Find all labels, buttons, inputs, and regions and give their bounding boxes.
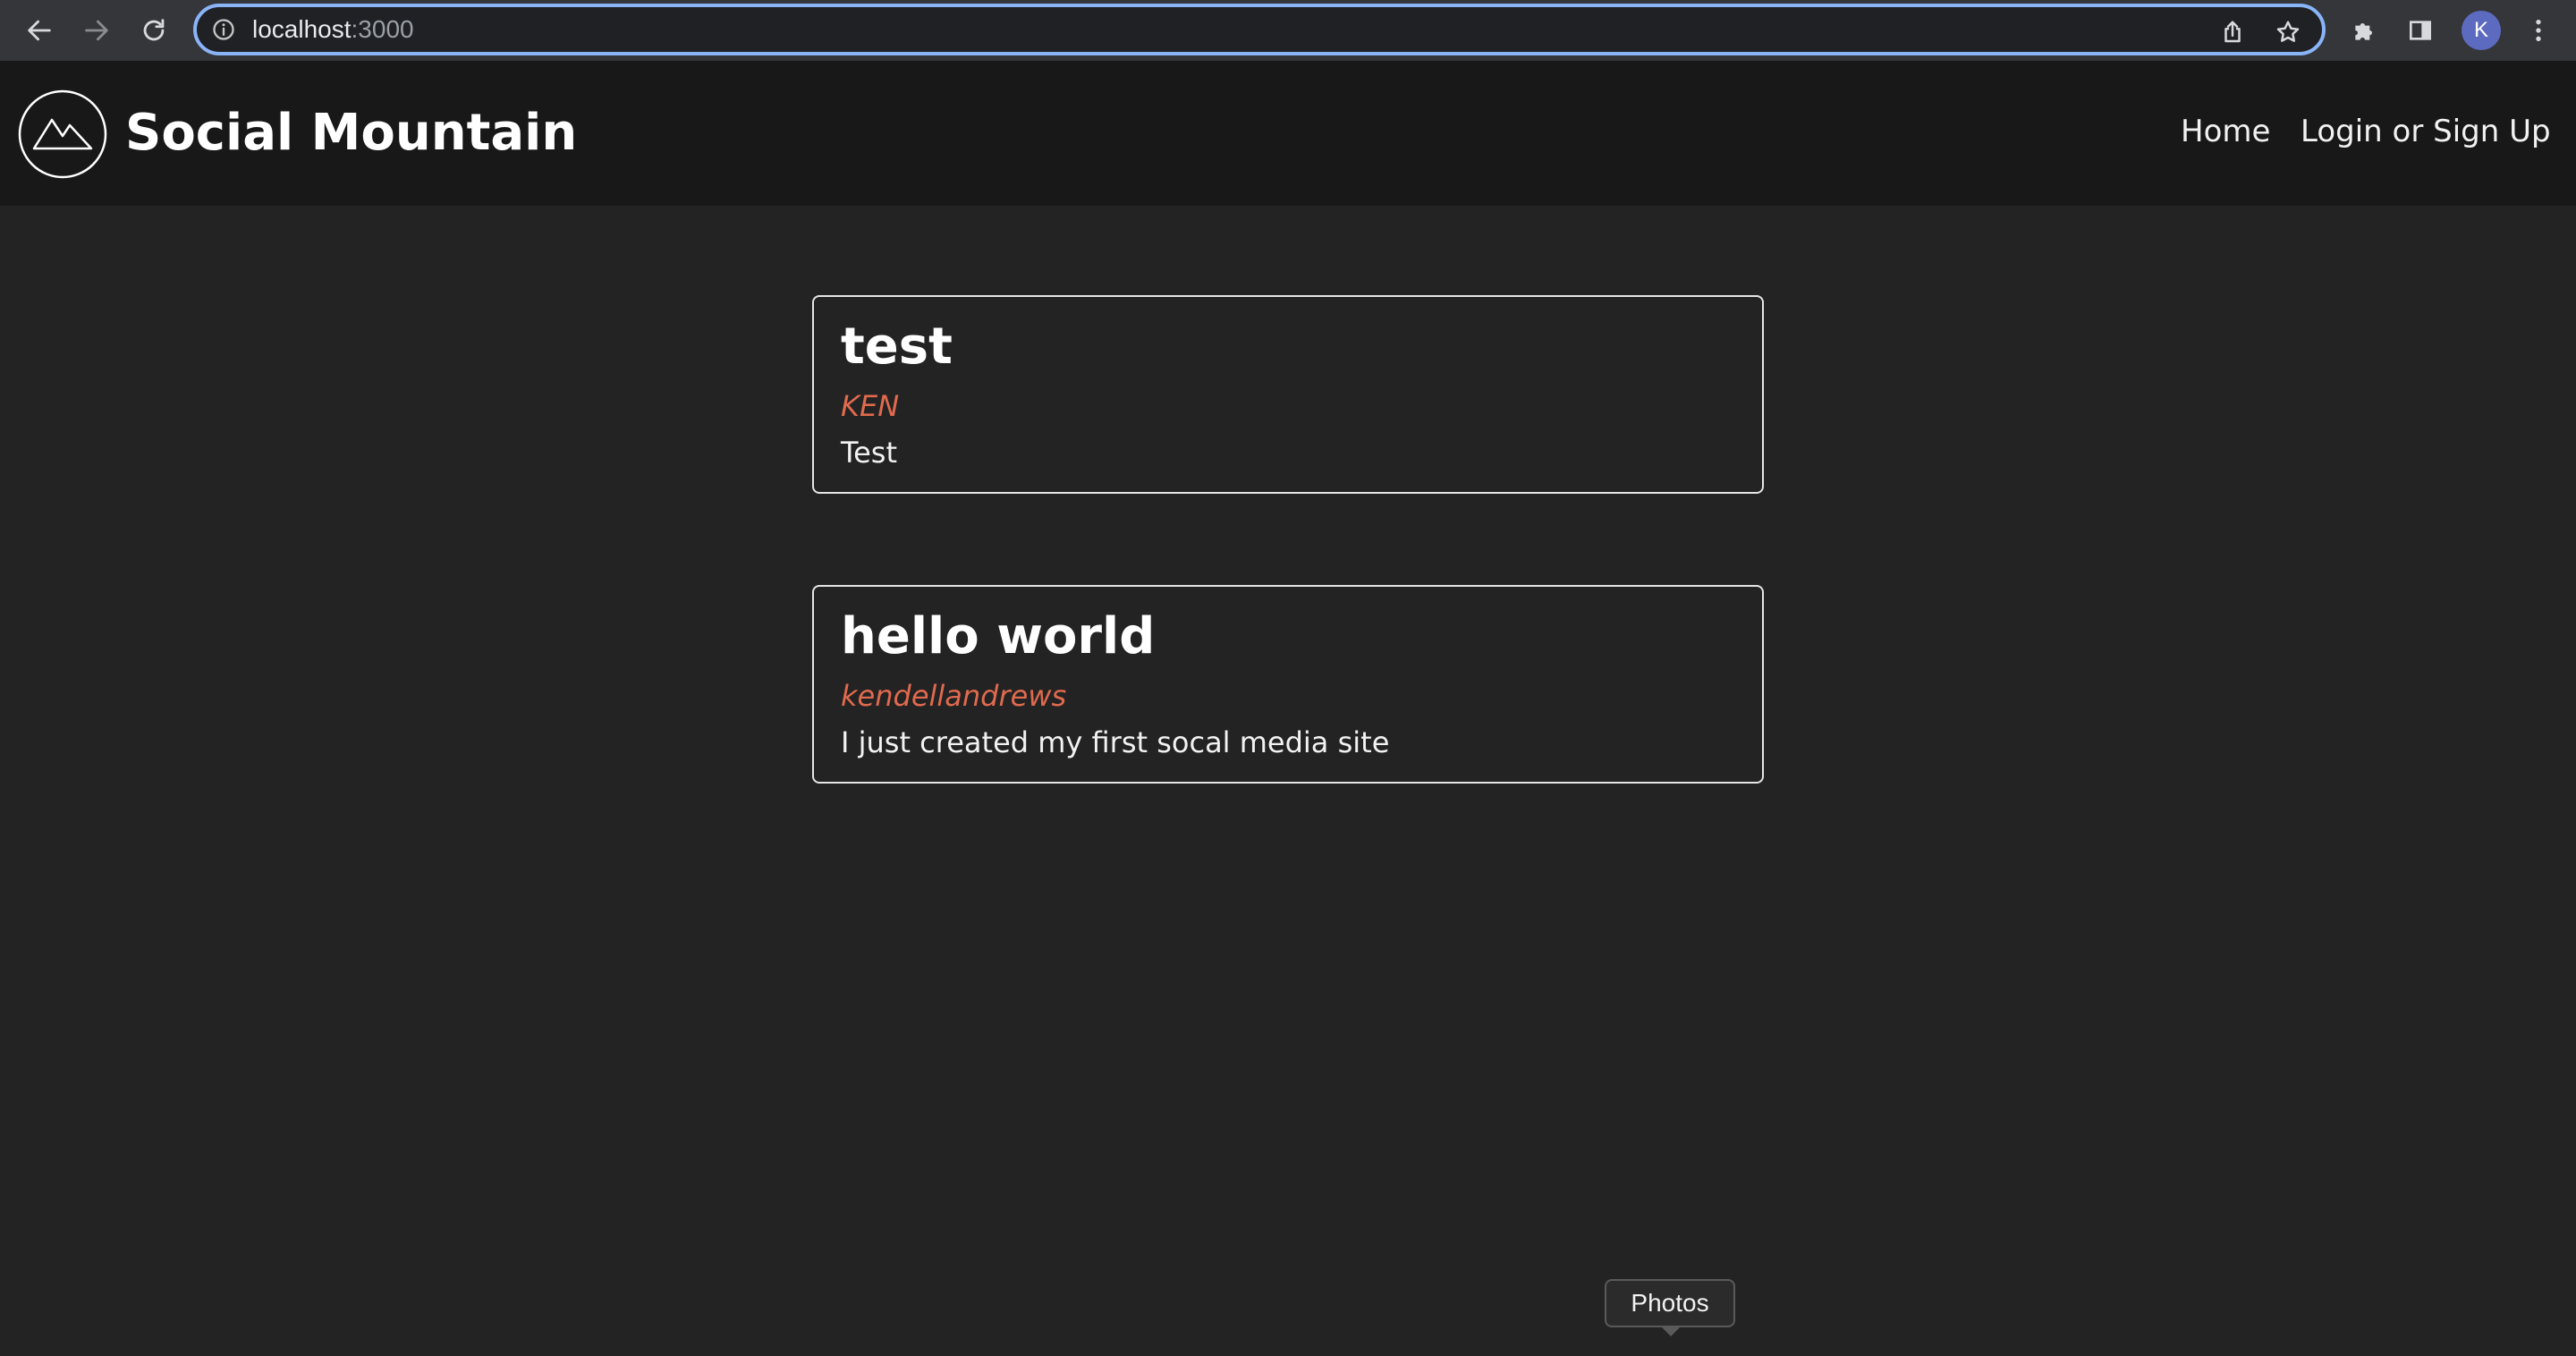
forward-arrow-icon xyxy=(85,20,108,41)
share-icon xyxy=(2224,21,2241,43)
url-text[interactable]: localhost:3000 xyxy=(252,14,414,45)
post-title: test xyxy=(841,318,953,376)
site-title[interactable]: Social Mountain xyxy=(125,102,577,165)
profile-avatar[interactable]: K xyxy=(2462,11,2501,50)
nav-login-link[interactable]: Login or Sign Up xyxy=(2301,112,2551,151)
reload-icon xyxy=(143,19,165,41)
back-button[interactable] xyxy=(18,9,61,52)
kebab-menu-icon xyxy=(2536,20,2541,41)
mountain-logo-icon[interactable] xyxy=(18,89,107,179)
back-arrow-icon xyxy=(28,20,51,41)
info-icon[interactable] xyxy=(211,17,236,42)
post-author: KEN xyxy=(841,389,900,423)
url-port: :3000 xyxy=(351,15,414,43)
address-bar[interactable]: localhost:3000 xyxy=(193,4,2326,55)
post-body: Test xyxy=(841,436,898,470)
share-button[interactable] xyxy=(2215,14,2250,50)
forward-button[interactable] xyxy=(75,9,118,52)
bookmark-button[interactable] xyxy=(2270,14,2306,50)
post-author: kendellandrews xyxy=(841,679,1067,713)
reload-button[interactable] xyxy=(132,9,175,52)
post-card: test KEN Test xyxy=(812,295,1764,494)
extensions-button[interactable] xyxy=(2345,11,2385,50)
tooltip-arrow xyxy=(1660,1326,1682,1336)
browser-toolbar: localhost:3000 K xyxy=(0,0,2576,61)
browser-menu-button[interactable] xyxy=(2519,11,2558,50)
post-title: hello world xyxy=(841,607,1156,665)
photos-tooltip: Photos xyxy=(1605,1279,1735,1327)
site-header: Social Mountain Home Login or Sign Up xyxy=(0,61,2576,206)
post-card: hello world kendellandrews I just create… xyxy=(812,585,1764,784)
side-panel-icon xyxy=(2410,21,2431,40)
post-body: I just created my first socal media site xyxy=(841,725,1390,759)
url-host: localhost xyxy=(252,15,352,43)
nav-home-link[interactable]: Home xyxy=(2181,112,2270,151)
star-icon xyxy=(2276,21,2300,42)
side-panel-button[interactable] xyxy=(2401,11,2440,50)
puzzle-icon xyxy=(2355,23,2372,40)
